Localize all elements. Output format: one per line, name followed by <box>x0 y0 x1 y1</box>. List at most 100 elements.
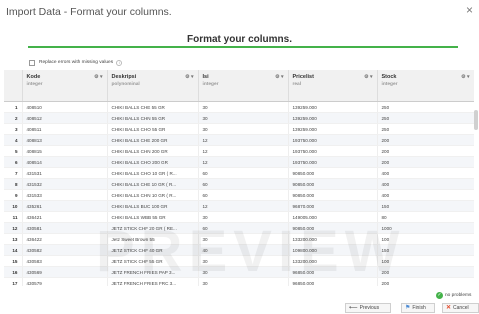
table-cell: 12 <box>198 200 289 212</box>
check-circle-icon: ✓ <box>436 292 443 299</box>
close-icon[interactable]: × <box>466 3 473 17</box>
table-cell: 90850.000 <box>288 178 378 190</box>
row-number: 15 <box>4 255 23 267</box>
status-text: no problems <box>445 293 472 298</box>
table-cell: CHIKI BALLS CHE 200 GR <box>107 134 199 146</box>
table-cell: 250 <box>377 123 474 135</box>
wizard-progress-bar <box>28 46 458 48</box>
replace-errors-label: Replace errors with missing values <box>39 60 114 65</box>
table-cell: CHIKI BALLS CHO 200 GR <box>107 156 199 168</box>
table-scrollbar[interactable] <box>474 110 478 130</box>
table-cell: 12 <box>198 156 289 168</box>
table-cell: 250 <box>377 112 474 124</box>
row-number: 8 <box>4 178 23 190</box>
table-cell: 431531 <box>22 167 108 179</box>
table-cell: CHIKI BALLS CHE 55 GR <box>107 101 199 113</box>
column-name: Kode <box>26 74 41 80</box>
table-row: 3 408511 CHIKI BALLS CHO 55 GR 30 139259.000… <box>4 123 474 135</box>
table-cell: 60 <box>198 189 289 201</box>
table-cell: 200 <box>377 145 474 157</box>
row-number: 2 <box>4 112 23 124</box>
column-settings-dropdown-icon[interactable]: ⚙ ▾ <box>461 74 469 80</box>
table-cell: 430583 <box>22 255 108 267</box>
finish-button-label: Finish <box>412 305 426 311</box>
table-cell: 139259.000 <box>288 112 378 124</box>
table-cell: 139259.000 <box>288 123 378 135</box>
previous-button[interactable]: ⟵ Previous <box>345 303 391 313</box>
info-icon[interactable]: i <box>116 59 123 66</box>
table-cell: 430581 <box>22 222 108 234</box>
table-cell: CHIKI BALLS CHO 10 GR ( R... <box>107 167 199 179</box>
table-row: 5 408815 CHIKI BALLS CHN 200 GR 12 193750.00… <box>4 145 474 157</box>
column-header-pricelist[interactable]: Pricelist real ⚙ ▾ <box>288 70 378 102</box>
column-header-deskripsi[interactable]: Deskripsi polynominal ⚙ ▾ <box>107 70 199 102</box>
table-cell: 436422 <box>22 233 108 245</box>
finish-flag-icon: ⚑ <box>405 305 411 311</box>
status-indicator: ✓ no problems <box>436 292 471 299</box>
row-number: 12 <box>4 222 23 234</box>
column-settings-dropdown-icon[interactable]: ⚙ ▾ <box>94 74 102 80</box>
table-cell: 30 <box>198 123 289 135</box>
column-name: Isi <box>202 74 209 80</box>
table-cell: CHIKI BALLS CHN 55 GR <box>107 112 199 124</box>
table-cell: 96870.000 <box>288 200 378 212</box>
replace-errors-option: Replace errors with missing values i <box>29 58 123 67</box>
column-type: polynominal <box>111 82 140 87</box>
table-cell: 200 <box>377 134 474 146</box>
finish-button[interactable]: ⚑ Finish <box>401 303 435 313</box>
table-cell: 435261 <box>22 200 108 212</box>
table-cell: 430579 <box>22 277 108 286</box>
column-type: integer <box>381 82 398 87</box>
table-cell: 436421 <box>22 211 108 223</box>
table-row: 10 435261 CHIKI BALLS BUC 100 GR 12 96870.00… <box>4 200 474 212</box>
table-cell: 408813 <box>22 134 108 146</box>
column-settings-dropdown-icon[interactable]: ⚙ ▾ <box>185 74 193 80</box>
table-row: 2 408512 CHIKI BALLS CHN 55 GR 30 139259.000… <box>4 112 474 124</box>
wizard-progress-fill <box>28 46 458 48</box>
row-number: 17 <box>4 277 23 286</box>
previous-button-label: Previous <box>359 305 380 311</box>
column-type: real <box>292 82 302 87</box>
table-cell: 60 <box>198 167 289 179</box>
table-cell: 193750.000 <box>288 134 378 146</box>
table-cell: 12 <box>198 145 289 157</box>
row-number: 14 <box>4 244 23 256</box>
column-type: integer <box>202 82 219 87</box>
cancel-button[interactable]: ✕ Cancel <box>442 303 479 313</box>
table-row: 1 408510 CHIKI BALLS CHE 55 GR 30 139259.000… <box>4 101 474 113</box>
table-cell: CHIKI BALLS CHO 55 GR <box>107 123 199 135</box>
table-cell: 250 <box>377 101 474 113</box>
row-number: 5 <box>4 145 23 157</box>
cancel-x-icon: ✕ <box>446 305 452 311</box>
table-cell: 193750.000 <box>288 145 378 157</box>
table-cell: CHIKI BALLS CHE 10 GR ( R... <box>107 178 199 190</box>
table-cell: CHIKI BALLS CHN 200 GR <box>107 145 199 157</box>
row-number: 13 <box>4 233 23 245</box>
column-settings-dropdown-icon[interactable]: ⚙ ▾ <box>275 74 283 80</box>
table-cell: CHIKI BALLS CHN 10 GR ( R... <box>107 189 199 201</box>
row-number: 11 <box>4 211 23 223</box>
column-settings-dropdown-icon[interactable]: ⚙ ▾ <box>364 74 372 80</box>
row-number-header <box>4 70 23 102</box>
table-row: 8 431532 CHIKI BALLS CHE 10 GR ( R... 60 908… <box>4 178 474 190</box>
column-header-kode[interactable]: Kode integer ⚙ ▾ <box>22 70 108 102</box>
row-number: 10 <box>4 200 23 212</box>
row-number: 16 <box>4 266 23 278</box>
table-cell: 408510 <box>22 101 108 113</box>
column-header-stock[interactable]: Stock integer ⚙ ▾ <box>377 70 474 102</box>
table-cell: 400 <box>377 178 474 190</box>
table-row: 6 408514 CHIKI BALLS CHO 200 GR 12 193750.00… <box>4 156 474 168</box>
table-cell: 431533 <box>22 189 108 201</box>
replace-errors-checkbox[interactable] <box>29 59 35 66</box>
row-number: 3 <box>4 123 23 135</box>
preview-table-container: PREVIEW Kode integer ⚙ ▾ Deskripsi polynomin… <box>4 70 474 286</box>
table-cell: 30 <box>198 101 289 113</box>
table-cell: 90850.000 <box>288 189 378 201</box>
table-cell: 150 <box>377 200 474 212</box>
wizard-footer: ⟵ Previous ⚑ Finish ✕ Cancel <box>0 302 479 314</box>
step-heading: Format your columns. <box>186 34 292 45</box>
table-cell: 408815 <box>22 145 108 157</box>
column-header-isi[interactable]: Isi integer ⚙ ▾ <box>198 70 289 102</box>
row-number: 1 <box>4 101 23 113</box>
cancel-button-label: Cancel <box>453 305 469 311</box>
